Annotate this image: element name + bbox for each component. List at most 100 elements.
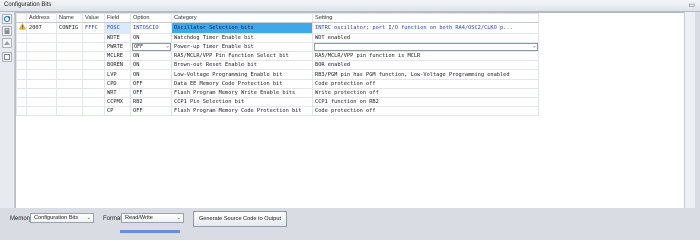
cell-option[interactable]: OFF	[130, 105, 172, 116]
cell-category: Low-Voltage Programming Enable bit	[171, 69, 313, 80]
cell-category: Flash Program Memory Code Protection bit	[171, 105, 313, 116]
cell-field: MCLRE	[104, 51, 131, 62]
bottom-toolbar: Memory Configuration Bits ⌄ Format Read/…	[0, 208, 700, 234]
cell-name	[56, 51, 83, 62]
cell-field: PWRTE	[104, 42, 131, 53]
table-row[interactable]: MCLRE ON RA5/MCLR/VPP Pin Function Selec…	[16, 51, 539, 62]
table-row[interactable]: CPD OFF Data EE Memory Code Protection b…	[16, 78, 539, 89]
cell-option[interactable]: OFF	[130, 87, 172, 98]
cell-setting[interactable]: BOR enabled	[312, 60, 539, 71]
read-icon[interactable]	[2, 38, 12, 48]
cell-value: FFFC	[82, 22, 105, 35]
table-row[interactable]: CP OFF Flash Program Memory Code Protect…	[16, 105, 539, 116]
format-label: Format	[103, 216, 123, 222]
cell-address	[26, 96, 57, 107]
cell-setting[interactable]: CCP1 function on RB2	[312, 96, 539, 107]
cell-address	[26, 78, 57, 89]
cell-value	[82, 105, 105, 116]
cell-option[interactable]: ON	[130, 51, 172, 62]
warning-icon	[16, 22, 27, 35]
clear-icon[interactable]	[2, 52, 12, 62]
config-bits-table: Address Name Value Field Option Category…	[16, 13, 539, 116]
cell-field: CCPMX	[104, 96, 131, 107]
chevron-down-icon: ⌄	[86, 215, 91, 221]
cell-setting[interactable]: INTRC oscillator; port I/O function on b…	[312, 22, 539, 35]
table-row[interactable]: LVP ON Low-Voltage Programming Enable bi…	[16, 69, 539, 80]
option-dropdown[interactable]: OFF ⌄	[130, 42, 172, 53]
cell-option[interactable]: OFF	[130, 78, 172, 89]
column-header[interactable]: Category	[171, 13, 313, 24]
cell-value	[82, 42, 105, 53]
close-icon[interactable]: ▭	[688, 1, 695, 9]
cell-name	[56, 96, 83, 107]
cell-value	[82, 87, 105, 98]
cell-value	[82, 60, 105, 71]
cell-setting[interactable]: RB3/PGM pin has PGM function, Low-Voltag…	[312, 69, 539, 80]
cell-name	[56, 33, 83, 44]
column-header[interactable]: Name	[56, 13, 83, 24]
cell-field: CP	[104, 105, 131, 116]
column-header[interactable]: Setting	[312, 13, 539, 24]
table-row[interactable]: 2007 CONFIG FFFC FOSC INTOSCIO Oscillato…	[16, 22, 539, 35]
cell-category: RA5/MCLR/VPP Pin Function Select bit	[171, 51, 313, 62]
column-header[interactable]: Option	[130, 13, 172, 24]
cell-value	[82, 69, 105, 80]
cell-address	[26, 69, 57, 80]
cell-setting[interactable]: Code protection off	[312, 78, 539, 89]
cell-field: WDTE	[104, 33, 131, 44]
cell-value	[82, 33, 105, 44]
refresh-icon[interactable]	[2, 14, 12, 24]
window-title: Configuration Bits	[4, 2, 52, 8]
cell-field: LVP	[104, 69, 131, 80]
cell-option[interactable]: INTOSCIO	[130, 22, 172, 35]
cell-value	[82, 51, 105, 62]
cell-address	[26, 87, 57, 98]
cell-address	[26, 33, 57, 44]
chevron-down-icon: ⌄	[532, 43, 536, 50]
column-header[interactable]: Field	[104, 13, 131, 24]
table-row[interactable]: CCPMX RB2 CCP1 Pin Selection bit CCP1 fu…	[16, 96, 539, 107]
vertical-scrollbar[interactable]	[684, 12, 695, 208]
table-row[interactable]: WRT OFF Flash Program Memory Write Enabl…	[16, 87, 539, 98]
memory-select-value: Configuration Bits	[34, 215, 79, 221]
format-select[interactable]: Read/Write ⌄	[121, 213, 184, 223]
cell-option[interactable]: ON	[130, 69, 172, 80]
cell-address	[26, 42, 57, 53]
generate-source-button[interactable]: Generate Source Code to Output	[193, 211, 287, 227]
cell-category: Power-up Timer Enable bit	[171, 42, 313, 53]
program-icon[interactable]	[2, 26, 12, 36]
cell-field: WRT	[104, 87, 131, 98]
column-header[interactable]: Value	[82, 13, 105, 24]
window-titlebar: Configuration Bits ▭	[0, 0, 700, 12]
cell-field: BOREN	[104, 60, 131, 71]
memory-select[interactable]: Configuration Bits ⌄	[30, 213, 94, 223]
cell-name	[56, 87, 83, 98]
cell-field: CPD	[104, 78, 131, 89]
cell-setting[interactable]: WDT enabled	[312, 33, 539, 44]
table-row[interactable]: PWRTE OFF ⌄ Power-up Timer Enable bit ⌄	[16, 42, 539, 53]
cell-field: FOSC	[104, 22, 131, 35]
cell-name: CONFIG	[56, 22, 83, 35]
setting-dropdown[interactable]: ⌄	[312, 42, 539, 53]
option-dropdown-value: OFF	[134, 44, 144, 51]
cell-name	[56, 105, 83, 116]
cell-setting[interactable]: Code protection off	[312, 105, 539, 116]
cell-option[interactable]: ON	[130, 60, 172, 71]
cell-address	[26, 105, 57, 116]
cell-setting[interactable]: RA5/MCLR/VPP pin function is MCLR	[312, 51, 539, 62]
cell-name	[56, 42, 83, 53]
cell-option[interactable]: ON	[130, 33, 172, 44]
column-header[interactable]: Address	[26, 13, 57, 24]
table-header-row: Address Name Value Field Option Category…	[16, 13, 539, 24]
cell-name	[56, 78, 83, 89]
cell-option[interactable]: RB2	[130, 96, 172, 107]
chevron-down-icon: ⌄	[165, 43, 169, 50]
side-toolbar	[0, 12, 15, 212]
table-row[interactable]: WDTE ON Watchdog Timer Enable bit WDT en…	[16, 33, 539, 44]
cell-category: Data EE Memory Code Protection bit	[171, 78, 313, 89]
horizontal-scroll-indicator[interactable]	[120, 230, 180, 233]
cell-name	[56, 69, 83, 80]
cell-setting[interactable]: Write protection off	[312, 87, 539, 98]
cell-category: Watchdog Timer Enable bit	[171, 33, 313, 44]
table-row[interactable]: BOREN ON Brown-out Reset Enable bit BOR …	[16, 60, 539, 71]
